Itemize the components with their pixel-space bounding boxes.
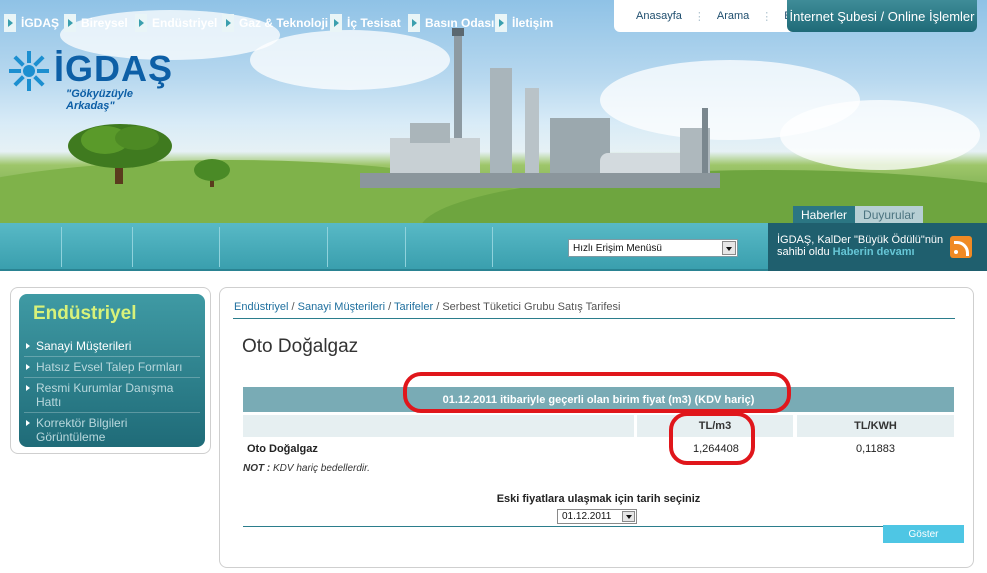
divider [61, 227, 62, 267]
tab-news[interactable]: Haberler [793, 206, 856, 224]
history-date-value: 01.12.2011 [562, 511, 612, 522]
nav-label: İGDAŞ [21, 16, 60, 30]
news-headline[interactable]: İGDAŞ, KalDer "Büyük Ödülü"nün sahibi ol… [777, 234, 952, 258]
arrow-icon [330, 14, 342, 32]
breadcrumb-link[interactable]: Sanayi Müşterileri [298, 301, 385, 313]
divider [233, 318, 955, 319]
industrial-plant-illustration [360, 28, 720, 188]
history-label: Eski fiyatlara ulaşmak için tarih seçini… [496, 493, 701, 505]
sidebar-item-korrektor[interactable]: Korrektör Bilgileri Görüntüleme [24, 412, 200, 447]
arrow-icon [408, 14, 420, 32]
show-button[interactable]: Göster [883, 525, 964, 543]
sidebar-item-sanayi-musterileri[interactable]: Sanayi Müşterileri [24, 336, 200, 356]
highlight-annotation [403, 372, 791, 413]
arrow-icon [135, 14, 147, 32]
nav-label: Endüstriyel [152, 16, 218, 30]
nav-label: Gaz & Teknoloji [239, 16, 329, 30]
rss-icon[interactable] [950, 236, 972, 258]
arrow-icon [495, 14, 507, 32]
nav-item-iletisim[interactable]: İletişim [495, 0, 553, 46]
nav-label: Bireysel [81, 16, 128, 30]
divider [492, 227, 493, 267]
cell-tl-kwh: 0,11883 [856, 443, 895, 455]
arrow-icon [222, 14, 234, 32]
brand-slogan: "Gökyüzüyle Arkadaş" [66, 88, 133, 112]
sidebar-item-hatsiz-evsel[interactable]: Hatsız Evsel Talep Formları [24, 356, 200, 377]
top-link-home[interactable]: Anasayfa [624, 10, 694, 22]
history-date-select[interactable]: 01.12.2011 [557, 509, 637, 524]
arrow-icon [64, 14, 76, 32]
separator: ⋮ [761, 10, 773, 23]
divider [243, 526, 954, 527]
tab-announcements[interactable]: Duyurular [855, 206, 924, 224]
table-header-blank [243, 415, 634, 437]
quick-access-value: Hızlı Erişim Menüsü [573, 242, 662, 254]
divider [219, 227, 220, 267]
separator: ⋮ [693, 10, 705, 23]
divider [132, 227, 133, 267]
breadcrumb-link[interactable]: Endüstriyel [234, 301, 288, 313]
news-tabs: Haberler Duyurular [793, 206, 924, 224]
arrow-icon [4, 14, 16, 32]
sidebar-title: Endüstriyel [33, 303, 137, 324]
row-label: Oto Doğalgaz [247, 443, 318, 455]
nav-label: İç Tesisat [347, 16, 401, 30]
note-label: NOT : [243, 463, 271, 474]
highlight-annotation [669, 412, 755, 465]
divider [327, 227, 328, 267]
breadcrumb-current: Serbest Tüketici Grubu Satış Tarifesi [442, 301, 621, 313]
nav-item-bireysel[interactable]: Bireysel [64, 0, 128, 46]
page-title: Oto Doğalgaz [242, 336, 359, 357]
nav-item-igdas[interactable]: İGDAŞ [4, 0, 59, 46]
nav-item-endustriyel[interactable]: Endüstriyel [135, 0, 217, 46]
nav-item-ic-tesisat[interactable]: İç Tesisat [330, 0, 401, 46]
nav-label: Basın Odası [425, 16, 495, 30]
chevron-down-icon[interactable] [722, 241, 736, 255]
nav-item-basin-odasi[interactable]: Basın Odası [408, 0, 494, 46]
online-services-button[interactable]: İnternet Şubesi / Online İşlemler [787, 0, 977, 32]
top-link-search[interactable]: Arama [705, 10, 761, 22]
column-header-tl-kwh: TL/KWH [797, 415, 954, 437]
sidebar-item-resmi-kurumlar[interactable]: Resmi Kurumlar Danışma Hattı [24, 377, 200, 412]
news-more-link[interactable]: Haberin devamı [833, 246, 915, 258]
sidebar-menu: Sanayi Müşterileri Hatsız Evsel Talep Fo… [24, 336, 200, 447]
quick-access-select[interactable]: Hızlı Erişim Menüsü [568, 239, 738, 257]
nav-label: İletişim [512, 16, 554, 30]
nav-item-gaz-teknoloji[interactable]: Gaz & Teknoloji [222, 0, 328, 46]
note-text: KDV hariç bedellerdir. [273, 463, 370, 474]
divider [405, 227, 406, 267]
tree-illustration [68, 124, 172, 184]
table-note: NOT : KDV hariç bedellerdir. [243, 463, 370, 474]
small-tree-illustration [194, 159, 230, 187]
logo-sun-icon [9, 51, 49, 91]
igdas-logo[interactable]: İGDAŞ "Gökyüzüyle Arkadaş" [8, 48, 183, 112]
breadcrumb-link[interactable]: Tarifeler [394, 301, 433, 313]
chevron-down-icon[interactable] [622, 511, 635, 522]
breadcrumb: Endüstriyel / Sanayi Müşterileri / Tarif… [234, 301, 620, 313]
brand-name: İGDAŞ [54, 48, 174, 89]
